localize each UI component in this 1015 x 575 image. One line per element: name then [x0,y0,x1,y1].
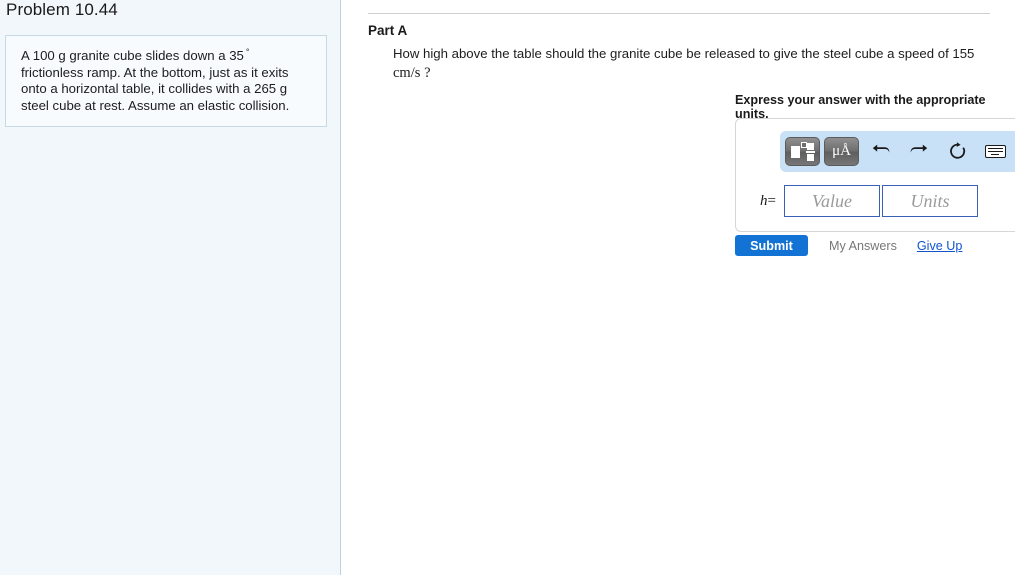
value-input[interactable] [784,185,880,217]
units-button[interactable]: μÅ [824,137,859,166]
question-suffix: ? [424,65,431,81]
problem-statement-box: A 100 g granite cube slides down a 35 ° f… [5,35,327,128]
problem-text-part2: frictionless ramp. At the bottom, just a… [21,64,290,113]
part-heading: Part A [368,23,408,38]
keyboard-button[interactable] [977,137,1013,166]
equals-sign: = [767,192,776,209]
submit-button[interactable]: Submit [735,235,808,256]
reset-icon [948,142,967,161]
problem-text-part1: A 100 g granite cube slides down a 35 [21,48,244,63]
undo-icon [872,143,891,160]
problem-statement-text: A 100 g granite cube slides down a 35 ° f… [21,46,312,114]
question-text: How high above the table should the gran… [393,44,993,83]
my-answers-link[interactable]: My Answers [829,239,897,253]
template-icon [791,142,815,161]
variable-label: h= [748,193,776,210]
units-input[interactable] [882,185,978,217]
answer-panel: Part A How high above the table should t… [342,0,1015,575]
redo-button[interactable] [901,137,937,166]
answer-entry-row: h= [748,185,978,217]
answer-input-container: μÅ h= Value Units [735,118,1015,232]
answer-actions: Submit My Answers Give Up [735,235,962,256]
reset-button[interactable] [939,137,975,166]
template-button[interactable] [785,137,820,166]
question-body: How high above the table should the gran… [393,46,975,61]
math-toolbar: μÅ [780,131,1015,172]
micro-angstrom-icon: μÅ [832,143,851,159]
redo-icon [910,143,929,160]
express-answer-note: Express your answer with the appropriate… [735,93,986,121]
degree-symbol: ° [245,46,250,57]
section-divider [368,13,990,14]
page-title: Problem 10.44 [6,0,118,19]
question-units: cm/s [393,65,421,81]
variable-name: h [760,192,768,209]
give-up-link[interactable]: Give Up [917,239,963,253]
keyboard-icon [984,145,1006,158]
undo-button[interactable] [863,137,899,166]
problem-sidebar: Problem 10.44 A 100 g granite cube slide… [0,0,341,575]
problem-page: Problem 10.44 A 100 g granite cube slide… [0,0,1015,575]
